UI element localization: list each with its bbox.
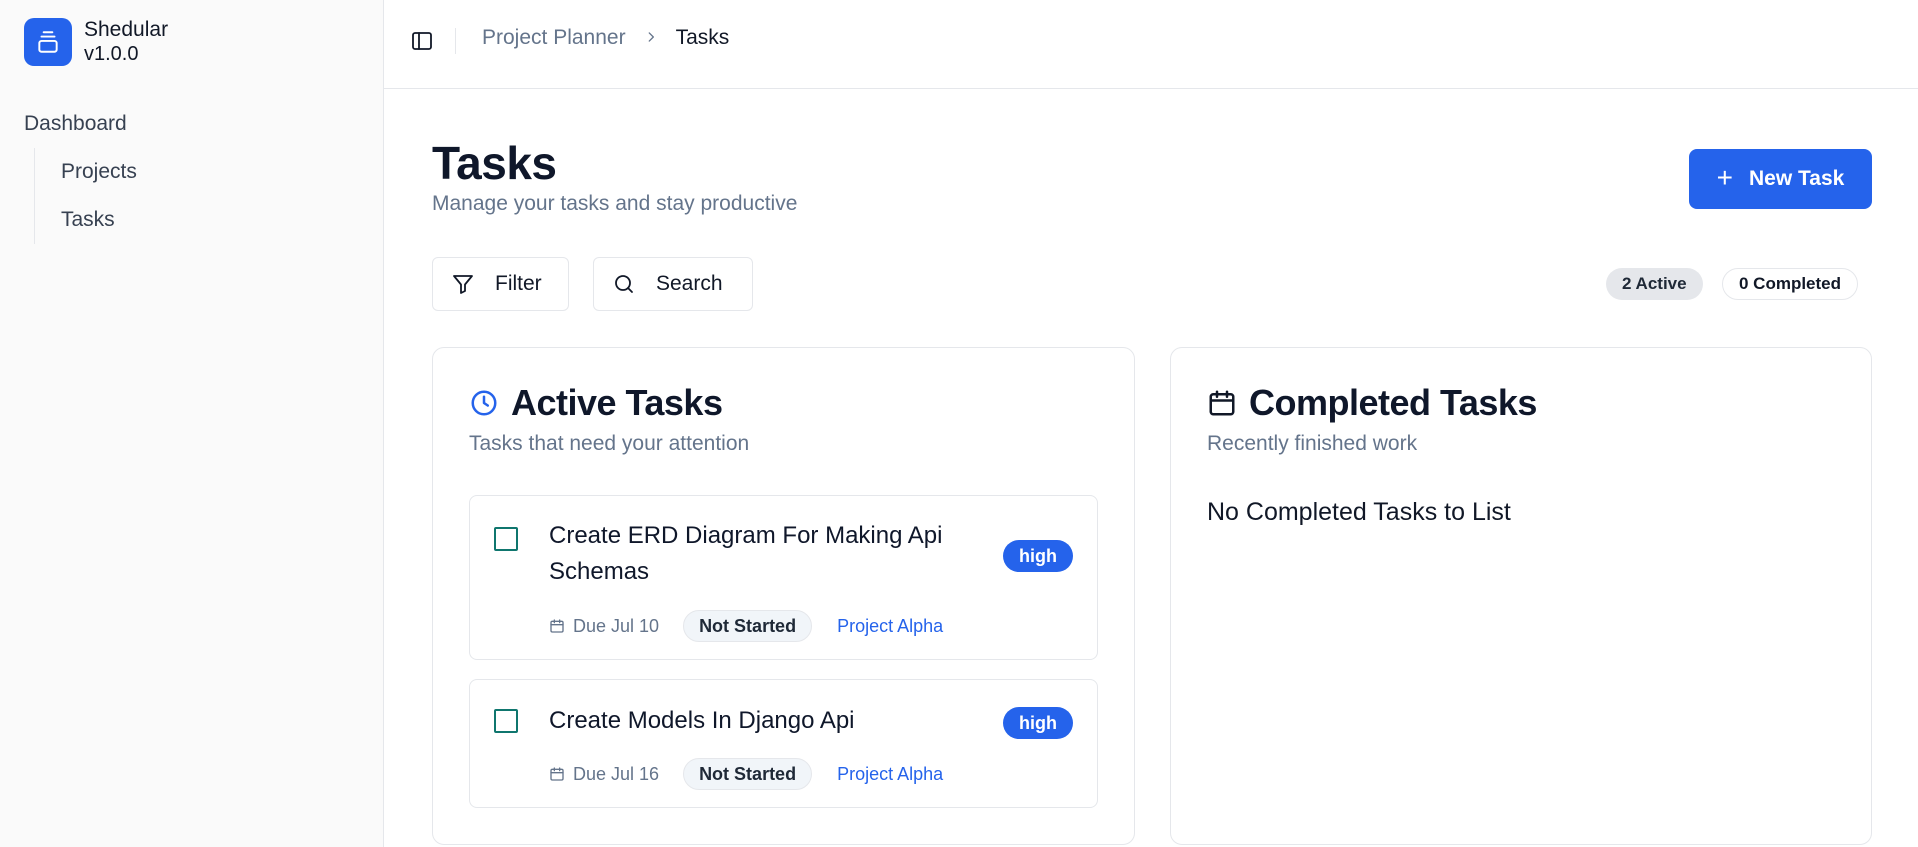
new-task-label: New Task [1749,167,1845,190]
filter-button[interactable]: Filter [432,257,569,311]
task-meta: Due Jul 16 Not Started Project Alpha [549,758,943,790]
status-badge: Not Started [683,610,813,642]
page-title: Tasks [432,137,557,189]
calendar-icon [550,619,564,633]
plus-icon: + [1716,161,1734,193]
clock-icon [471,390,497,416]
priority-badge: high [1003,540,1073,572]
task-meta: Due Jul 10 Not Started Project Alpha [549,610,943,642]
empty-state-message: No Completed Tasks to List [1207,498,1511,526]
due-date: Due Jul 10 [549,616,659,637]
due-date: Due Jul 16 [549,764,659,785]
sidebar-toggle-icon[interactable] [410,29,434,53]
active-tasks-subtitle: Tasks that need your attention [469,432,750,455]
due-date-text: Due Jul 16 [573,763,660,784]
app-logo-icon [24,18,72,66]
header-divider [455,28,456,54]
search-button[interactable]: Search [593,257,753,311]
completed-tasks-subtitle: Recently finished work [1207,432,1418,455]
active-tasks-title: Active Tasks [511,382,723,423]
task-title: Create Models In Django Api [549,707,855,734]
brand-version: v1.0.0 [84,43,139,65]
breadcrumb-parent[interactable]: Project Planner [482,26,626,50]
brand-name: Shedular [84,18,169,41]
due-date-text: Due Jul 10 [573,615,660,636]
status-badge: Not Started [683,758,813,790]
sidebar-item-projects[interactable]: Projects [61,148,137,196]
search-label: Search [656,272,723,295]
sidebar: Shedular v1.0.0 Dashboard Projects Tasks [0,0,384,847]
task-item[interactable]: Create Models In Django Api high Due Jul… [469,679,1098,808]
search-icon [615,275,633,293]
active-count-badge: 2 Active [1606,268,1703,300]
nav-sublist: Projects Tasks [34,148,137,244]
new-task-button[interactable]: + New Task [1689,149,1872,209]
filter-label: Filter [495,272,542,295]
task-checkbox[interactable] [494,709,518,733]
completed-tasks-title: Completed Tasks [1249,382,1537,423]
filter-icon [453,275,473,294]
active-tasks-card: Active Tasks Tasks that need your attent… [432,347,1135,845]
page-subtitle: Manage your tasks and stay productive [432,192,798,215]
top-header: Project Planner Tasks [384,0,1918,89]
chevron-right-icon [644,28,658,49]
nav-group-dashboard[interactable]: Dashboard [24,112,127,136]
sidebar-item-tasks[interactable]: Tasks [61,196,137,244]
breadcrumb: Project Planner Tasks [482,26,729,50]
task-checkbox[interactable] [494,527,518,551]
completed-tasks-card: Completed Tasks Recently finished work N… [1170,347,1872,845]
brand[interactable]: Shedular v1.0.0 [24,18,168,66]
calendar-icon [550,767,564,781]
project-link[interactable]: Project Alpha [837,616,943,637]
priority-badge: high [1003,707,1073,739]
task-title: Create ERD Diagram For Making Api Schema… [549,522,943,585]
project-link[interactable]: Project Alpha [837,764,943,785]
completed-count-badge: 0 Completed [1722,268,1859,300]
task-item[interactable]: Create ERD Diagram For Making Api Schema… [469,495,1098,660]
calendar-icon [1209,390,1235,416]
breadcrumb-current: Tasks [675,26,730,49]
